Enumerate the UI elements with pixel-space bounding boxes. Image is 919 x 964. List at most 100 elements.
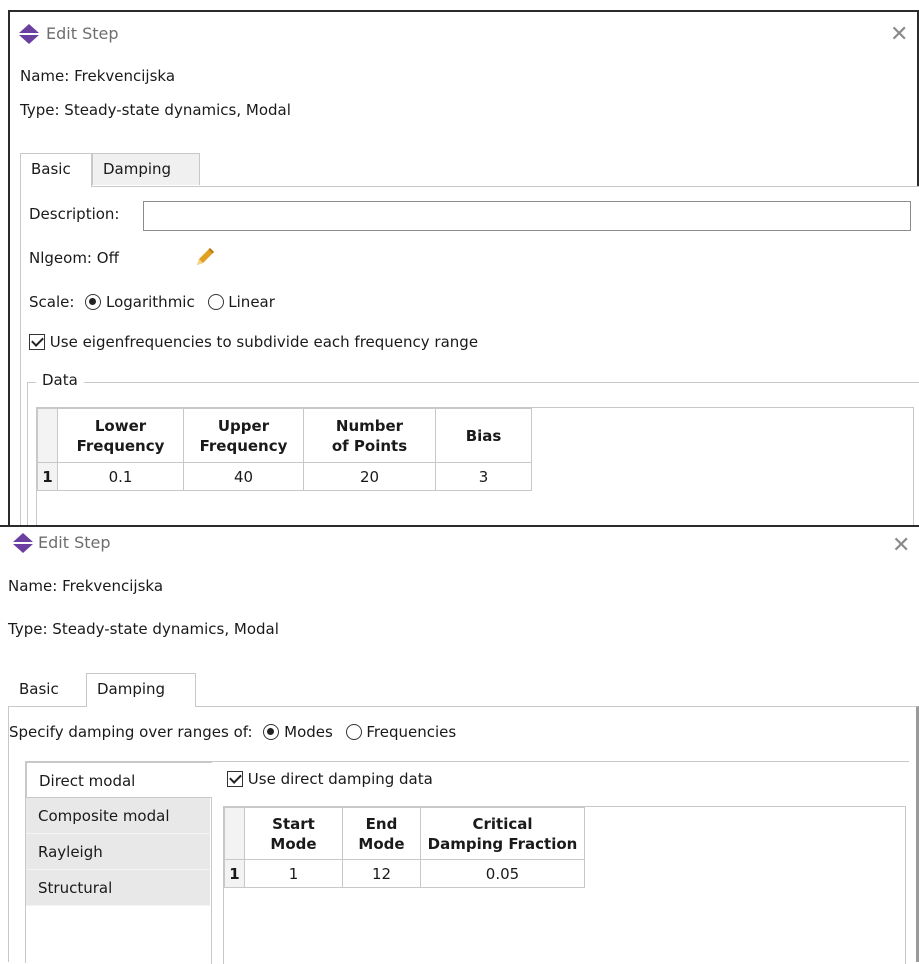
cell-upper-frequency[interactable]: 40 — [183, 462, 304, 491]
basic-tab-panel: Description: Nlgeom: Off Scale: Logarith… — [20, 186, 919, 529]
nlgeom-label: Nlgeom: — [29, 249, 92, 267]
tab-strip: Basic Damping — [20, 153, 910, 187]
scale-label: Scale: — [29, 293, 75, 311]
header-line: Frequency — [76, 436, 165, 455]
name-label: Name: — [8, 577, 58, 595]
type-row: Type: Steady-state dynamics, Modal — [8, 620, 279, 638]
name-row: Name: Frekvencijska — [20, 67, 175, 85]
table-corner — [37, 408, 58, 463]
table-header-row: Lower Frequency Upper Frequency Number of P… — [37, 408, 532, 463]
table-row: 1 1 12 0.05 — [224, 859, 585, 888]
cell-critical-damping-fraction[interactable]: 0.05 — [420, 859, 585, 888]
frequency-grid: Lower Frequency Upper Frequency Number of P… — [37, 408, 532, 491]
table-corner — [224, 807, 245, 860]
description-input[interactable] — [143, 201, 911, 231]
side-tab-structural[interactable]: Structural — [26, 870, 210, 906]
header-line: Lower — [94, 416, 147, 435]
side-tab-rayleigh[interactable]: Rayleigh — [26, 834, 210, 870]
type-row: Type: Steady-state dynamics, Modal — [20, 101, 291, 119]
cell-start-mode[interactable]: 1 — [244, 859, 343, 888]
tab-strip: Basic Damping — [8, 673, 908, 707]
nlgeom-row: Nlgeom: Off — [29, 249, 119, 267]
col-lower-frequency[interactable]: Lower Frequency — [57, 408, 184, 463]
col-critical-damping-fraction[interactable]: Critical Damping Fraction — [420, 807, 585, 860]
row-index: 1 — [224, 859, 245, 888]
header-line: Start — [272, 814, 315, 833]
range-modes-radio[interactable] — [263, 724, 280, 740]
cell-number-of-points[interactable]: 20 — [303, 462, 436, 491]
scale-logarithmic-radio[interactable] — [85, 294, 102, 310]
dialog-title: Edit Step — [46, 24, 119, 43]
abaqus-diamond-icon — [13, 533, 33, 553]
use-direct-row: Use direct damping data — [227, 770, 433, 788]
name-label: Name: — [20, 67, 70, 85]
dialog-title: Edit Step — [38, 533, 111, 552]
header-line: Critical — [472, 814, 533, 833]
col-upper-frequency[interactable]: Upper Frequency — [183, 408, 304, 463]
header-line: Mode — [358, 834, 405, 853]
edit-step-dialog-basic: Edit Step ✕ Name: Frekvencijska Type: St… — [8, 10, 919, 529]
tab-basic[interactable]: Basic — [8, 673, 86, 705]
row-index: 1 — [37, 462, 58, 491]
top-edge — [0, 0, 919, 10]
scale-row: Scale: Logarithmic Linear — [29, 293, 275, 311]
nlgeom-value: Off — [96, 249, 119, 267]
range-modes-label: Modes — [284, 723, 333, 741]
side-tab-list: Direct modal Composite modal Rayleigh St… — [26, 762, 218, 964]
use-direct-label: Use direct damping data — [247, 770, 433, 788]
abaqus-diamond-icon — [19, 24, 39, 44]
close-icon[interactable]: ✕ — [890, 24, 908, 46]
type-value: Steady-state dynamics, Modal — [64, 101, 291, 119]
range-frequencies-radio[interactable] — [345, 724, 362, 740]
table-header-row: Start Mode End Mode Critical Damping Fracti… — [224, 807, 585, 860]
cell-bias[interactable]: 3 — [435, 462, 532, 491]
data-group: Data Lower Frequency Upper Frequency Numbe… — [27, 371, 919, 529]
eigen-row: Use eigenfrequencies to subdivide each f… — [29, 333, 478, 351]
eigen-checkbox-label: Use eigenfrequencies to subdivide each f… — [49, 333, 479, 351]
edit-step-dialog-damping: Edit Step ✕ Name: Frekvencijska Type: St… — [0, 525, 919, 964]
header-line: Damping Fraction — [427, 834, 578, 853]
eigen-checkbox[interactable] — [29, 334, 45, 350]
header-line: of Points — [331, 436, 408, 455]
col-start-mode[interactable]: Start Mode — [244, 807, 343, 860]
title-bar: Edit Step ✕ — [10, 12, 917, 54]
header-line: End — [365, 814, 398, 833]
title-bar: Edit Step ✕ — [0, 527, 919, 569]
name-value: Frekvencijska — [74, 67, 176, 85]
side-tab-divider — [211, 798, 212, 964]
use-direct-checkbox[interactable] — [227, 771, 243, 787]
damping-group: Direct modal Composite modal Rayleigh St… — [25, 761, 909, 964]
header-line: Number — [335, 416, 404, 435]
scale-linear-label: Linear — [228, 293, 275, 311]
description-label: Description: — [29, 205, 120, 223]
cell-end-mode[interactable]: 12 — [342, 859, 421, 888]
header-line: Upper — [217, 416, 270, 435]
damping-grid: Start Mode End Mode Critical Damping Fracti… — [224, 807, 585, 888]
frequency-table: Lower Frequency Upper Frequency Number of P… — [36, 407, 914, 529]
tab-damping[interactable]: Damping — [86, 673, 196, 707]
tab-basic[interactable]: Basic — [20, 153, 92, 187]
specify-label: Specify damping over ranges of: — [9, 723, 253, 741]
cell-lower-frequency[interactable]: 0.1 — [57, 462, 184, 491]
range-frequencies-label: Frequencies — [366, 723, 457, 741]
data-group-label: Data — [36, 371, 84, 389]
close-icon[interactable]: ✕ — [892, 535, 910, 557]
header-line: Mode — [270, 834, 317, 853]
type-value: Steady-state dynamics, Modal — [52, 620, 279, 638]
col-end-mode[interactable]: End Mode — [342, 807, 421, 860]
damping-table: Start Mode End Mode Critical Damping Fracti… — [223, 806, 906, 964]
tab-damping[interactable]: Damping — [92, 153, 200, 185]
col-number-of-points[interactable]: Number of Points — [303, 408, 436, 463]
pencil-icon[interactable] — [193, 245, 217, 269]
type-label: Type: — [8, 620, 48, 638]
damping-tab-panel: Specify damping over ranges of: Modes Fr… — [8, 706, 919, 964]
name-value: Frekvencijska — [62, 577, 164, 595]
table-row: 1 0.1 40 20 3 — [37, 462, 532, 491]
scale-linear-radio[interactable] — [207, 294, 224, 310]
side-tab-direct-modal[interactable]: Direct modal — [26, 762, 212, 798]
col-bias[interactable]: Bias — [435, 408, 532, 463]
side-tab-composite-modal[interactable]: Composite modal — [26, 798, 210, 834]
type-label: Type: — [20, 101, 60, 119]
header-line: Frequency — [199, 436, 288, 455]
name-row: Name: Frekvencijska — [8, 577, 163, 595]
